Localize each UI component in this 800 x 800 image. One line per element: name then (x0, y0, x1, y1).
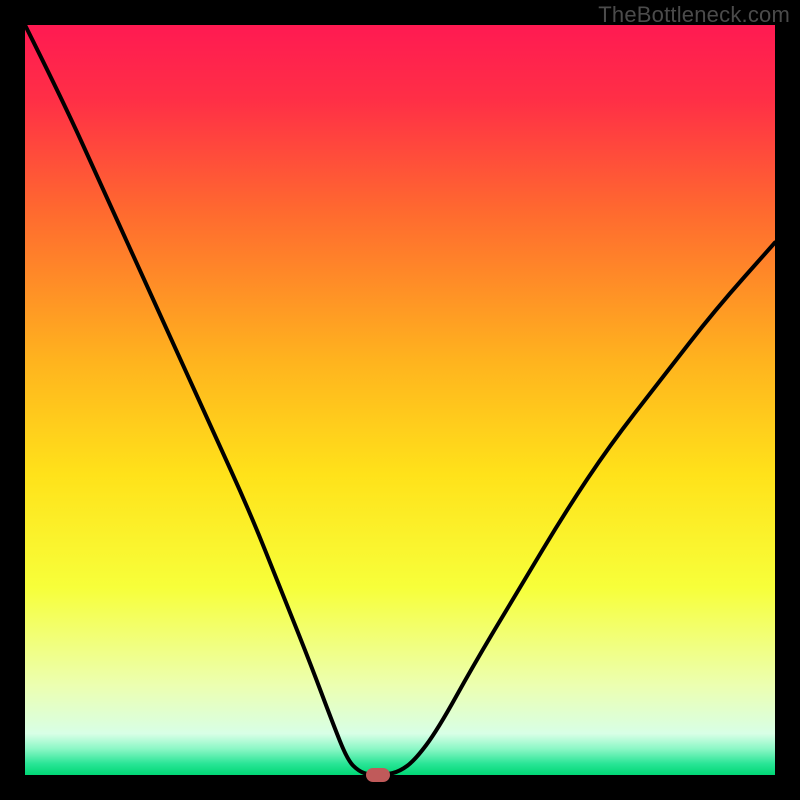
bottleneck-curve (25, 25, 775, 775)
plot-area (25, 25, 775, 775)
watermark-text: TheBottleneck.com (598, 2, 790, 28)
optimal-point-marker (366, 768, 390, 782)
